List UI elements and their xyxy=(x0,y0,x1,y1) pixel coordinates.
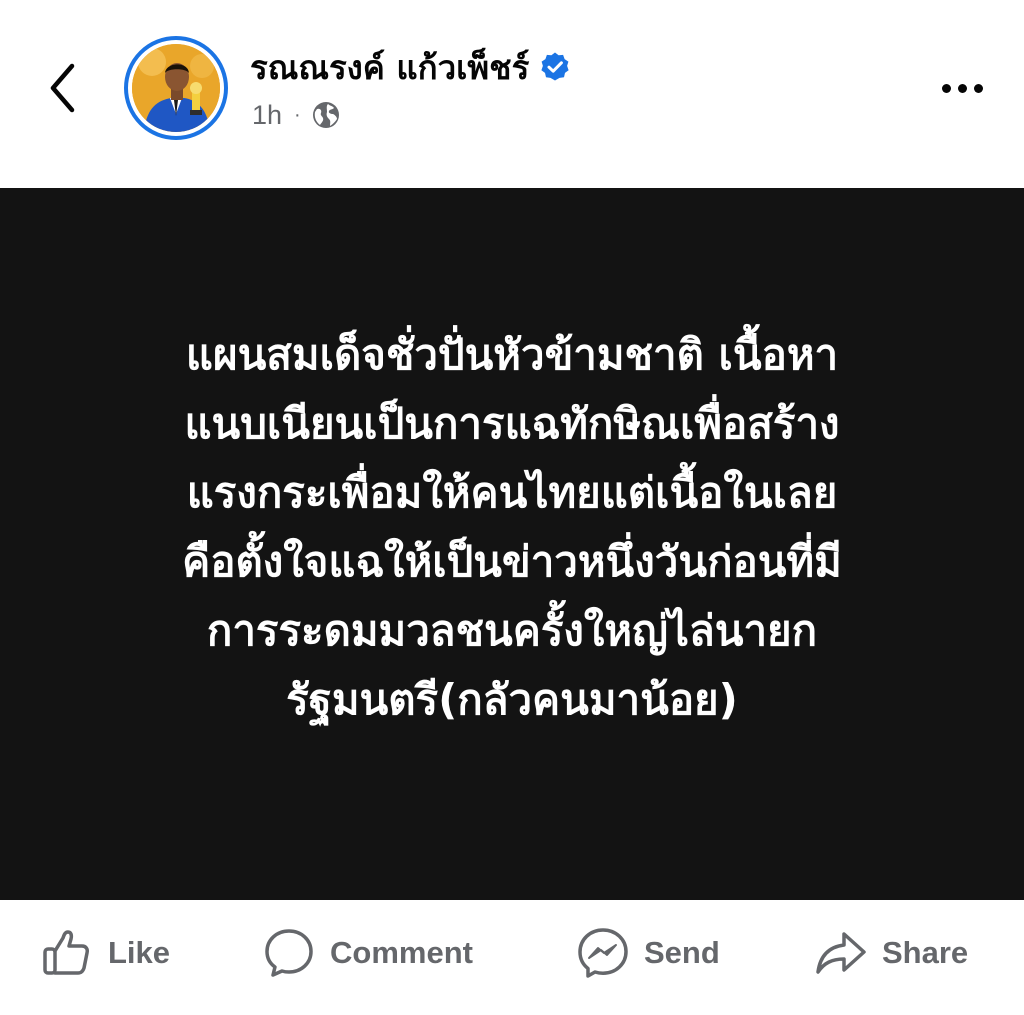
more-horizontal-icon xyxy=(941,83,951,93)
post-text-line: แผนสมเด็จชั่วปั่นหัวข้ามชาติ เนื้อหา xyxy=(185,330,839,379)
author-name[interactable]: รณณรงค์ แก้วเพ็ชร์ xyxy=(250,41,529,94)
comment-button[interactable]: Comment xyxy=(262,924,473,982)
profile-photo-icon xyxy=(132,44,220,132)
author-row: รณณรงค์ แก้วเพ็ชร์ xyxy=(250,44,571,90)
meta-separator: · xyxy=(294,103,301,126)
post-text-line: รัฐมนตรี(กลัวคนมาน้อย) xyxy=(286,675,738,724)
post-timestamp[interactable]: 1h xyxy=(252,100,282,131)
like-label: Like xyxy=(108,935,171,970)
post-text-line: แนบเนียนเป็นการแฉทักษิณเพื่อสร้าง xyxy=(184,399,840,448)
post-text-line: แรงกระเพื่อมให้คนไทยแต่เนื้อในเลย xyxy=(186,468,838,517)
post-text: แผนสมเด็จชั่วปั่นหัวข้ามชาติ เนื้อหา แนบ… xyxy=(60,320,964,734)
comment-bubble-icon xyxy=(262,926,316,980)
verified-badge-icon xyxy=(539,51,571,83)
messenger-icon xyxy=(576,926,630,980)
comment-label: Comment xyxy=(330,935,473,970)
post-meta: 1h · xyxy=(252,96,341,134)
share-button[interactable]: Share xyxy=(814,924,968,982)
more-options-button[interactable] xyxy=(930,70,994,106)
back-button[interactable] xyxy=(38,58,86,118)
send-label: Send xyxy=(644,935,720,970)
share-arrow-icon xyxy=(814,926,868,980)
share-label: Share xyxy=(882,935,969,970)
post-text-line: คือตั้งใจแฉให้เป็นข่าวหนึ่งวันก่อนที่มี xyxy=(182,537,842,586)
post-text-line: การระดมมวลชนครั้งใหญ่ไล่นายก xyxy=(206,606,818,655)
more-horizontal-icon-dot xyxy=(973,83,983,93)
like-button[interactable]: Like xyxy=(40,924,170,982)
avatar xyxy=(132,44,220,132)
post-action-bar: Like Comment Send Share xyxy=(0,900,1024,1015)
post-text-card[interactable]: แผนสมเด็จชั่วปั่นหัวข้ามชาติ เนื้อหา แนบ… xyxy=(0,188,1024,900)
chevron-left-icon xyxy=(50,63,75,113)
send-button[interactable]: Send xyxy=(576,924,720,982)
post-page: รณณรงค์ แก้วเพ็ชร์ 1h · แผนสมเด็จชั่วปั่… xyxy=(0,0,1024,1015)
more-horizontal-icon-dot xyxy=(957,83,967,93)
globe-icon[interactable] xyxy=(311,100,341,130)
avatar-story-ring[interactable] xyxy=(124,36,228,140)
post-header: รณณรงค์ แก้วเพ็ชร์ 1h · xyxy=(0,0,1024,188)
thumbs-up-icon xyxy=(40,926,94,980)
